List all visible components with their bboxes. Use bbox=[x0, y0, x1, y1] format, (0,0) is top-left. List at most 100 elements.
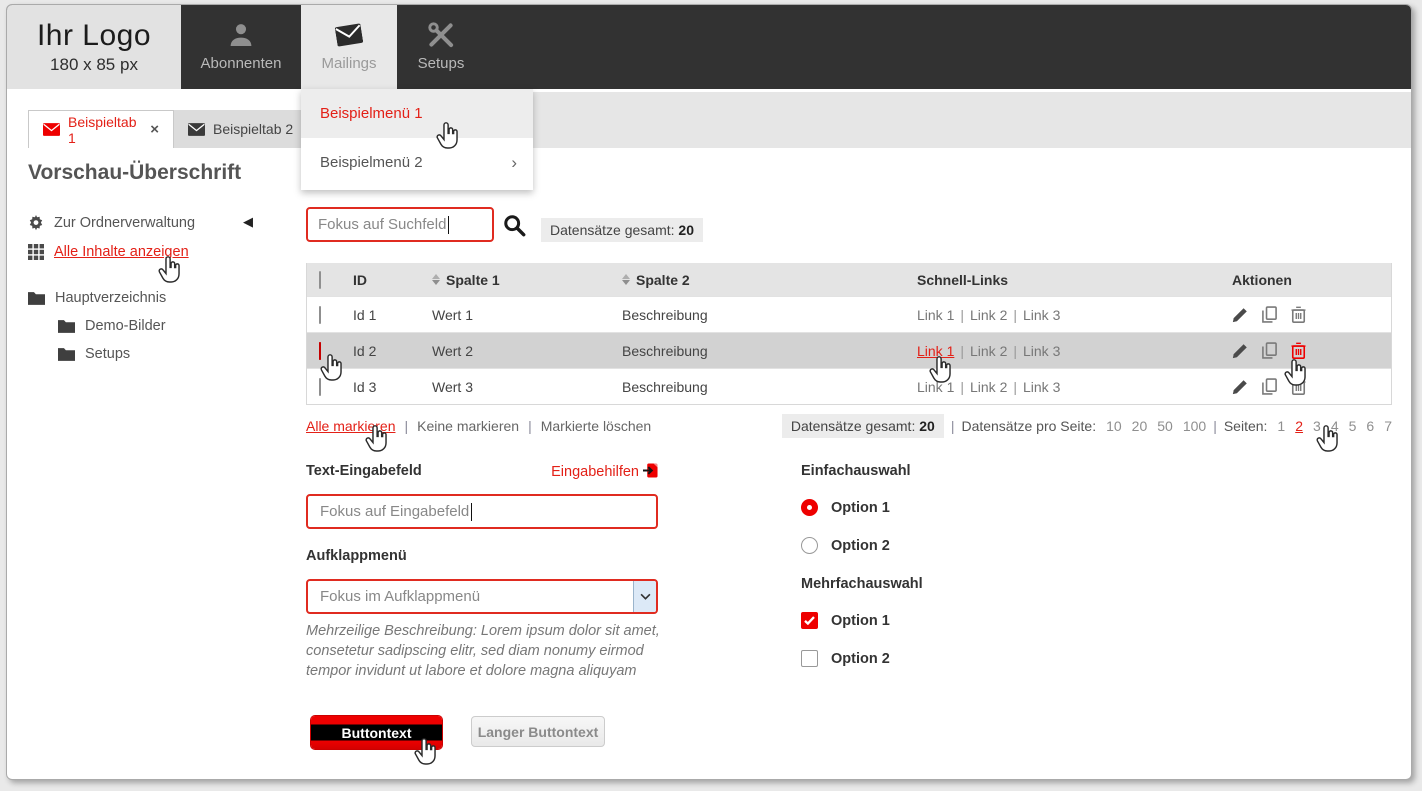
search-icon[interactable] bbox=[503, 214, 526, 237]
edit-icon[interactable] bbox=[1232, 342, 1249, 359]
text-input[interactable]: Fokus auf Eingabefeld bbox=[306, 494, 658, 529]
quick-link-3[interactable]: Link 3 bbox=[1023, 343, 1060, 359]
select-all-link[interactable]: Alle markieren bbox=[306, 418, 395, 434]
column-header-aktionen: Aktionen bbox=[1232, 272, 1391, 288]
grid-icon bbox=[28, 244, 44, 260]
folder-demo-bilder[interactable]: Demo-Bilder bbox=[58, 318, 166, 334]
nav-item-setups[interactable]: Setups bbox=[397, 5, 485, 89]
row-checkbox[interactable] bbox=[319, 378, 321, 396]
column-header-spalte1[interactable]: Spalte 1 bbox=[446, 272, 500, 288]
column-header-spalte2[interactable]: Spalte 2 bbox=[636, 272, 690, 288]
page-1[interactable]: 1 bbox=[1277, 418, 1285, 434]
quick-link-2[interactable]: Link 2 bbox=[970, 307, 1007, 323]
envelope-icon bbox=[43, 123, 60, 136]
quick-link-3[interactable]: Link 3 bbox=[1023, 307, 1060, 323]
hand-cursor-icon bbox=[157, 256, 182, 285]
per-page-option-20[interactable]: 20 bbox=[1132, 418, 1148, 434]
table-row: Id 3 Wert 3 Beschreibung Link 1|Link 2|L… bbox=[307, 368, 1391, 404]
page-5[interactable]: 5 bbox=[1349, 418, 1357, 434]
folder-setups[interactable]: Setups bbox=[58, 346, 130, 362]
edit-icon[interactable] bbox=[1232, 378, 1249, 395]
logo[interactable]: Ihr Logo 180 x 85 px bbox=[7, 5, 181, 89]
radio-option-2: Option 2 bbox=[801, 537, 890, 554]
page-2-current[interactable]: 2 bbox=[1295, 418, 1303, 434]
quick-link-2[interactable]: Link 2 bbox=[970, 343, 1007, 359]
option-label: Option 1 bbox=[831, 500, 890, 516]
copy-icon[interactable] bbox=[1261, 306, 1278, 323]
menu-item-beispielmenu-2[interactable]: Beispielmenü 2 › bbox=[301, 138, 533, 187]
option-label: Option 2 bbox=[831, 651, 890, 667]
table-footer: Alle markieren | Keine markieren | Marki… bbox=[306, 414, 1392, 438]
multi-choice-heading: Mehrfachauswahl bbox=[801, 576, 923, 592]
primary-button[interactable]: Buttontext bbox=[311, 716, 442, 749]
submenu-chevron-icon: › bbox=[511, 153, 517, 173]
total-records-badge: Datensätze gesamt: 20 bbox=[782, 414, 944, 438]
checkbox-unchecked[interactable] bbox=[801, 650, 818, 667]
column-header-id[interactable]: ID bbox=[353, 272, 432, 288]
quick-link-2[interactable]: Link 2 bbox=[970, 379, 1007, 395]
row-checkbox[interactable] bbox=[319, 306, 321, 324]
per-page-option-10[interactable]: 10 bbox=[1106, 418, 1122, 434]
text-caret bbox=[448, 216, 449, 234]
option-label: Option 1 bbox=[831, 613, 890, 629]
page-4[interactable]: 4 bbox=[1331, 418, 1339, 434]
nav-item-mailings[interactable]: Mailings bbox=[301, 5, 397, 89]
nav-item-abonnenten[interactable]: Abonnenten bbox=[181, 5, 301, 89]
sidebar-item-alle-inhalte[interactable]: Alle Inhalte anzeigen bbox=[28, 244, 189, 260]
total-records-label: Datensätze gesamt: bbox=[550, 222, 675, 238]
cell-spalte1: Wert 1 bbox=[432, 307, 622, 323]
select-all-checkbox[interactable] bbox=[319, 271, 321, 289]
data-table: ID Spalte 1 Spalte 2 Schnell-Links Aktio… bbox=[306, 263, 1392, 405]
checkbox-option-2: Option 2 bbox=[801, 650, 890, 667]
page-7[interactable]: 7 bbox=[1384, 418, 1392, 434]
edit-icon[interactable] bbox=[1232, 306, 1249, 323]
radio-unchecked[interactable] bbox=[801, 537, 818, 554]
table-header-row: ID Spalte 1 Spalte 2 Schnell-Links Aktio… bbox=[307, 263, 1391, 296]
cell-spalte1: Wert 2 bbox=[432, 343, 622, 359]
copy-icon[interactable] bbox=[1261, 378, 1278, 395]
per-page-option-50[interactable]: 50 bbox=[1157, 418, 1173, 434]
dropdown-select[interactable]: Fokus im Aufklappmenü bbox=[306, 579, 658, 614]
tab-label: Beispieltab 2 bbox=[213, 121, 293, 137]
tab-beispieltab-1[interactable]: Beispieltab 1 × bbox=[28, 110, 174, 148]
tab-strip: Beispieltab 2 Beispieltab 1 × bbox=[7, 89, 1411, 148]
select-none-link[interactable]: Keine markieren bbox=[417, 418, 519, 434]
text-input-placeholder: Fokus auf Eingabefeld bbox=[320, 503, 469, 520]
sidebar-item-ordnerverwaltung[interactable]: Zur Ordnerverwaltung bbox=[28, 215, 195, 231]
copy-icon[interactable] bbox=[1261, 342, 1278, 359]
table-row: Id 1 Wert 1 Beschreibung Link 1|Link 2|L… bbox=[307, 296, 1391, 332]
delete-icon-hover[interactable] bbox=[1290, 342, 1307, 359]
quick-link-1-hover[interactable]: Link 1 bbox=[917, 343, 954, 359]
secondary-button[interactable]: Langer Buttontext bbox=[471, 716, 605, 747]
page-3[interactable]: 3 bbox=[1313, 418, 1321, 434]
table-row-selected: Id 2 Wert 2 Beschreibung Link 1|Link 2|L… bbox=[307, 332, 1391, 368]
quick-link-3[interactable]: Link 3 bbox=[1023, 379, 1060, 395]
collapse-sidebar-arrow[interactable]: ◀ bbox=[243, 214, 253, 230]
sort-icons[interactable] bbox=[622, 274, 630, 285]
row-checkbox-checked[interactable] bbox=[319, 342, 321, 360]
top-navbar: Ihr Logo 180 x 85 px Abonnenten Mailings… bbox=[7, 5, 1411, 89]
delete-icon[interactable] bbox=[1290, 378, 1307, 395]
page-title: Vorschau-Überschrift bbox=[28, 161, 241, 185]
quick-link-1[interactable]: Link 1 bbox=[917, 307, 954, 323]
delete-icon[interactable] bbox=[1290, 306, 1307, 323]
app-window: Ihr Logo 180 x 85 px Abonnenten Mailings… bbox=[6, 4, 1412, 780]
column-header-schnell-links: Schnell-Links bbox=[917, 272, 1232, 288]
menu-item-beispielmenu-1[interactable]: Beispielmenü 1 bbox=[301, 89, 533, 138]
select-arrow-button[interactable] bbox=[633, 581, 656, 612]
close-icon[interactable]: × bbox=[150, 121, 159, 138]
radio-checked[interactable] bbox=[801, 499, 818, 516]
quick-link-1[interactable]: Link 1 bbox=[917, 379, 954, 395]
nav-label: Setups bbox=[418, 55, 465, 72]
total-records-value: 20 bbox=[678, 222, 694, 238]
delete-marked-link[interactable]: Markierte löschen bbox=[541, 418, 652, 434]
search-input[interactable]: Fokus auf Suchfeld bbox=[306, 207, 494, 242]
per-page-option-100[interactable]: 100 bbox=[1183, 418, 1206, 434]
page-6[interactable]: 6 bbox=[1366, 418, 1374, 434]
sort-icons[interactable] bbox=[432, 274, 440, 285]
folder-hauptverzeichnis[interactable]: Hauptverzeichnis bbox=[28, 290, 166, 306]
checkbox-checked[interactable] bbox=[801, 612, 818, 629]
cell-spalte2: Beschreibung bbox=[622, 379, 917, 395]
radio-option-1: Option 1 bbox=[801, 499, 890, 516]
input-helper-link[interactable]: Eingabehilfen bbox=[306, 463, 658, 480]
